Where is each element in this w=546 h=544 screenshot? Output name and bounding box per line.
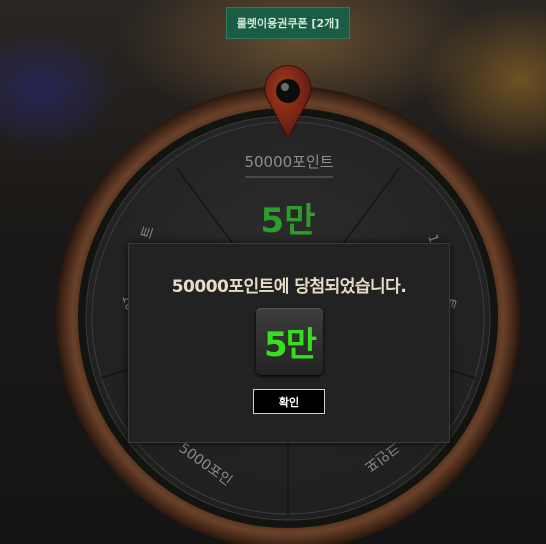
prize-tile: 5만 [256,308,323,375]
segment-label-top: 50000포인트 [244,153,333,171]
win-message: 50000포인트에 당첨되었습니다. [171,277,407,297]
win-dialog: 50000포인트에 당첨되었습니다. 5만 확인 [128,243,450,443]
prize-amount: 5만 [264,325,317,365]
segment-amount-top: 5만 [261,201,316,241]
confirm-button[interactable]: 확인 [253,389,325,414]
